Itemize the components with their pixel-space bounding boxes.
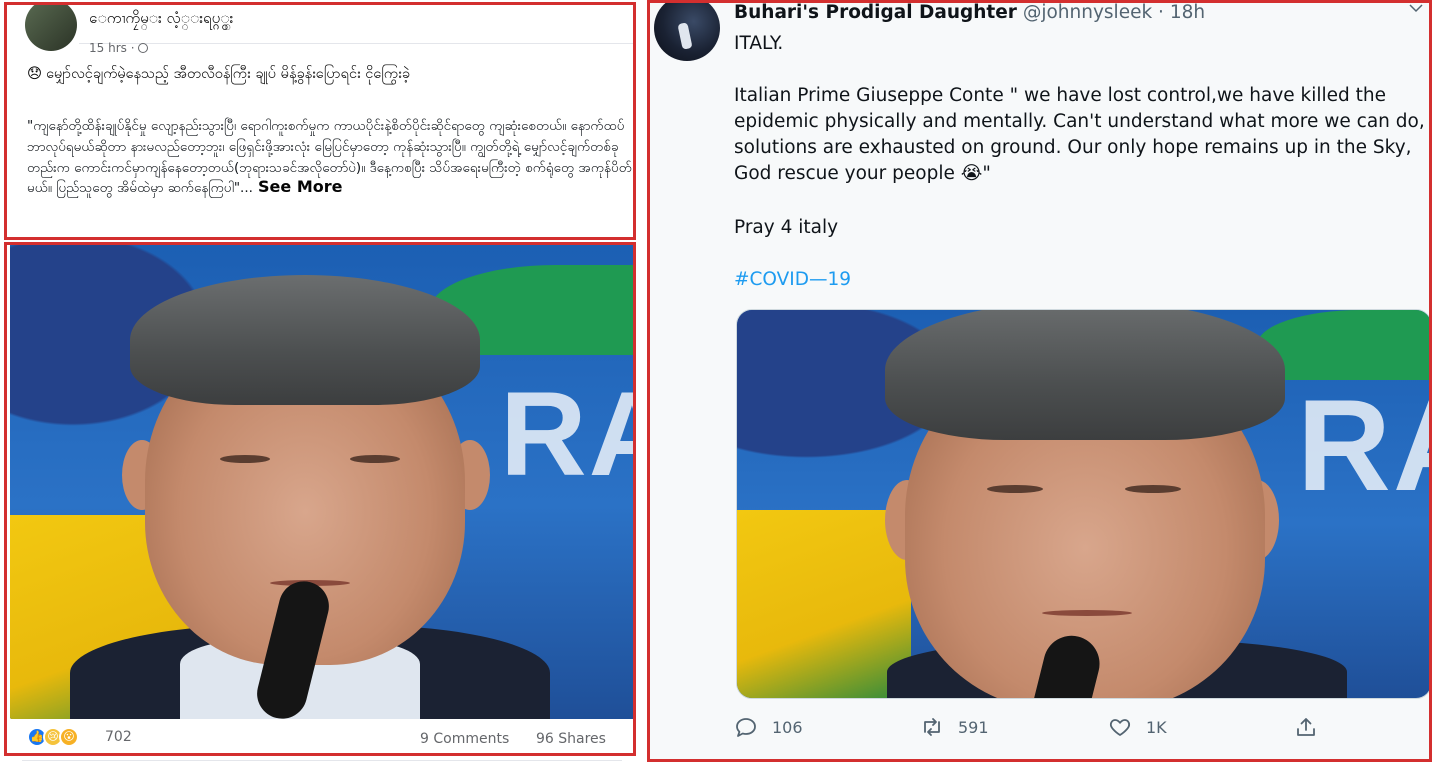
facebook-image-frame: RA 👍 😢 😮 702 9 Comments 96 Shares [4, 242, 636, 756]
retweet-button[interactable]: 591 [920, 711, 989, 743]
crying-emoji: 😭 [960, 163, 983, 184]
tweet-action-bar: 106 591 1K [734, 711, 1424, 745]
reaction-count[interactable]: 702 [105, 729, 132, 745]
headline-text: မျှော်လင့်ချက်မဲ့နေသည့် အီတလီဝန်ကြီး ချု… [46, 66, 410, 82]
chevron-down-icon[interactable] [1407, 3, 1425, 17]
tweet-quote-line-3: solutions are exhausted on ground. Our o… [734, 137, 1412, 158]
facebook-post: ေကၢကၠိမ္း လံ့္းရပ္ဂ္ွး 15 hrs · 😞 မျှော်လ… [0, 0, 642, 765]
quote-close: " [982, 163, 991, 184]
right-eye [350, 455, 400, 463]
left-eye [220, 455, 270, 463]
tweet-time[interactable]: · 18h [1152, 3, 1205, 23]
reply-count: 106 [772, 717, 803, 737]
facebook-post-header-frame: ေကၢကၠိမ္း လံ့္းရပ္ဂ္ွး 15 hrs · 😞 မျှော်လ… [4, 2, 636, 240]
shares-count[interactable]: 96 Shares [536, 731, 606, 747]
hair [130, 275, 480, 405]
tweet-header: Buhari's Prodigal Daughter @johnnysleek … [734, 3, 1205, 23]
hair [885, 310, 1285, 440]
reply-icon [736, 718, 756, 737]
avatar-figure [677, 22, 693, 50]
retweet-icon [924, 718, 940, 736]
quote-line-4-text: God rescue your people [734, 163, 961, 184]
twitter-post: Buhari's Prodigal Daughter @johnnysleek … [647, 0, 1432, 762]
post-body: "ကျနော်တို့ထိန်းချုပ်နိုင်မှု လျော့နည်းသ… [27, 115, 632, 235]
page-name[interactable]: ေကၢကၠိမ္း လံ့္းရပ္ဂ္ွး [89, 9, 233, 31]
flag-yellow-shape [737, 510, 911, 698]
post-timestamp[interactable]: 15 hrs · [89, 41, 149, 55]
mouth [1042, 610, 1132, 616]
tweet-quote-line-4: God rescue your people 😭" [734, 163, 991, 184]
user-avatar[interactable] [654, 3, 720, 61]
background-letters: RA [500, 367, 633, 501]
sad-face-emoji: 😞 [27, 66, 43, 82]
globe-icon [138, 43, 149, 53]
share-button[interactable] [1294, 711, 1332, 743]
like-count: 1K [1146, 717, 1167, 737]
post-photo[interactable]: RA [10, 245, 633, 719]
like-button[interactable]: 1K [1108, 711, 1167, 743]
reactions-bar: 👍 😢 😮 702 9 Comments 96 Shares [7, 721, 633, 753]
retweet-count: 591 [958, 717, 989, 737]
tweet-pray-line: Pray 4 italy [734, 217, 839, 238]
timestamp-text: 15 hrs · [89, 41, 139, 55]
tweet-quote-line-1: Italian Prime Giuseppe Conte " we have l… [734, 85, 1387, 106]
tweet-photo[interactable]: RA [736, 309, 1429, 699]
bottom-divider [22, 760, 622, 761]
user-handle[interactable]: @johnnysleek [1023, 3, 1152, 23]
tweet-line-italy: ITALY. [734, 33, 784, 54]
header-divider [79, 43, 633, 44]
reaction-icons[interactable]: 👍 😢 😮 [27, 727, 97, 749]
see-more-link[interactable]: See More [258, 177, 342, 196]
wow-reaction-icon: 😮 [59, 727, 79, 747]
comments-count[interactable]: 9 Comments [420, 731, 509, 747]
hashtag-link[interactable]: #COVID—19 [734, 269, 851, 290]
left-eye [987, 485, 1043, 493]
right-eye [1125, 485, 1181, 493]
background-letters: RA [1297, 372, 1429, 518]
post-headline: 😞 မျှော်လင့်ချက်မဲ့နေသည့် အီတလီဝန်ကြီး ချ… [27, 65, 631, 84]
share-icon [1297, 718, 1315, 736]
tweet-quote-line-2: epidemic physically and mentally. Can't … [734, 111, 1432, 132]
display-name[interactable]: Buhari's Prodigal Daughter [734, 3, 1017, 23]
reply-button[interactable]: 106 [734, 711, 803, 743]
heart-icon [1109, 719, 1131, 736]
page-avatar[interactable] [25, 5, 77, 51]
